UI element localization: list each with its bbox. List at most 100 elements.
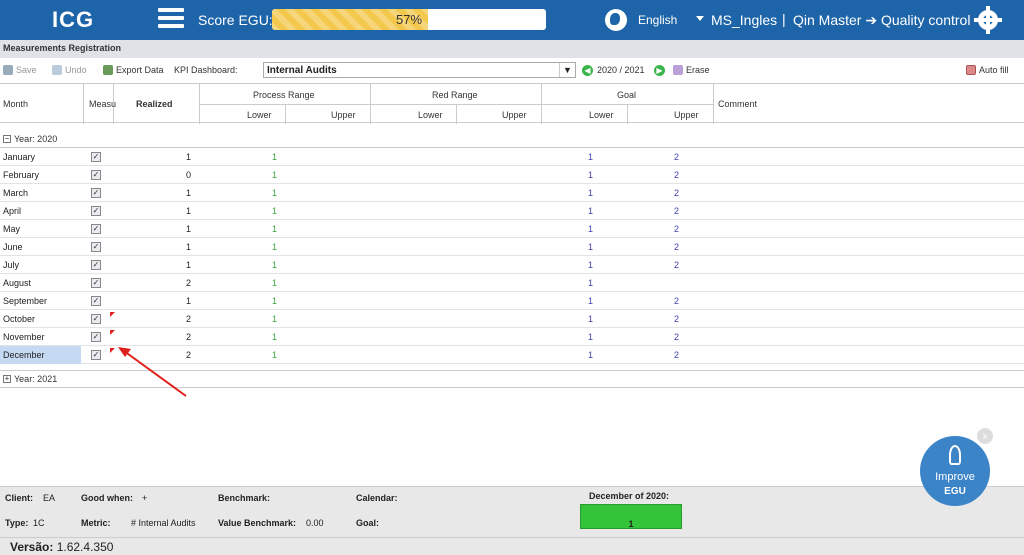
cell-realized[interactable]: 2: [186, 350, 191, 360]
cell-goal-upper[interactable]: 2: [674, 260, 679, 270]
cell-realized[interactable]: 0: [186, 170, 191, 180]
cell-goal-upper[interactable]: 2: [674, 314, 679, 324]
column-rr-upper[interactable]: Upper: [502, 110, 527, 120]
cell-goal-lower[interactable]: 1: [588, 242, 593, 252]
cell-goal-lower[interactable]: 1: [588, 278, 593, 288]
column-pr-lower[interactable]: Lower: [247, 110, 272, 120]
measured-checkbox[interactable]: ✓: [91, 314, 101, 324]
next-period-button[interactable]: ▶: [654, 65, 665, 76]
measured-checkbox[interactable]: ✓: [91, 350, 101, 360]
measured-checkbox[interactable]: ✓: [91, 206, 101, 216]
table-row[interactable]: April ✓ 1 1 1 2: [0, 202, 1024, 220]
cell-pr-lower[interactable]: 1: [272, 260, 277, 270]
table-row[interactable]: February ✓ 0 1 1 2: [0, 166, 1024, 184]
measured-checkbox[interactable]: ✓: [91, 242, 101, 252]
measured-checkbox[interactable]: ✓: [91, 260, 101, 270]
column-rr-lower[interactable]: Lower: [418, 110, 443, 120]
cell-goal-upper[interactable]: 2: [674, 242, 679, 252]
cell-goal-upper[interactable]: 2: [674, 224, 679, 234]
table-row[interactable]: October ✓ 2 1 1 2: [0, 310, 1024, 328]
table-row[interactable]: June ✓ 1 1 1 2: [0, 238, 1024, 256]
cell-realized[interactable]: 2: [186, 332, 191, 342]
cell-goal-upper[interactable]: 2: [674, 296, 679, 306]
cell-goal-lower[interactable]: 1: [588, 188, 593, 198]
chevron-down-icon[interactable]: [696, 16, 704, 21]
table-row[interactable]: July ✓ 1 1 1 2: [0, 256, 1024, 274]
cell-goal-lower[interactable]: 1: [588, 170, 593, 180]
column-goal-upper[interactable]: Upper: [674, 110, 699, 120]
cell-month[interactable]: January: [3, 152, 35, 162]
cell-pr-lower[interactable]: 1: [272, 314, 277, 324]
cell-realized[interactable]: 1: [186, 188, 191, 198]
language-selector[interactable]: English: [638, 13, 677, 27]
measured-checkbox[interactable]: ✓: [91, 188, 101, 198]
table-row[interactable]: December ✓ 2 1 1 2: [0, 346, 1024, 364]
auto-fill-button[interactable]: Auto fill: [966, 65, 1009, 75]
cell-realized[interactable]: 1: [186, 224, 191, 234]
measured-checkbox[interactable]: ✓: [91, 224, 101, 234]
prev-period-button[interactable]: ◀: [582, 65, 593, 76]
cell-pr-lower[interactable]: 1: [272, 206, 277, 216]
cell-goal-upper[interactable]: 2: [674, 350, 679, 360]
table-row[interactable]: May ✓ 1 1 1 2: [0, 220, 1024, 238]
cell-goal-upper[interactable]: 2: [674, 170, 679, 180]
cell-month[interactable]: June: [3, 242, 23, 252]
cell-month[interactable]: August: [3, 278, 31, 288]
gear-icon[interactable]: [974, 6, 1002, 34]
cell-month[interactable]: December: [3, 350, 45, 360]
cell-month[interactable]: September: [3, 296, 47, 306]
cell-goal-lower[interactable]: 1: [588, 206, 593, 216]
kpi-select[interactable]: Internal Audits ▼: [263, 62, 576, 78]
cell-goal-lower[interactable]: 1: [588, 332, 593, 342]
breadcrumb[interactable]: Qin Master ➔ Quality control: [793, 12, 970, 29]
expand-icon[interactable]: +: [3, 375, 11, 383]
cell-realized[interactable]: 1: [186, 206, 191, 216]
app-logo[interactable]: ICG: [52, 7, 94, 33]
cell-pr-lower[interactable]: 1: [272, 278, 277, 288]
measured-checkbox[interactable]: ✓: [91, 170, 101, 180]
table-row[interactable]: August ✓ 2 1 1: [0, 274, 1024, 292]
save-button[interactable]: Save: [3, 65, 37, 75]
group-year-2020[interactable]: − Year: 2020: [0, 130, 1024, 148]
cell-goal-lower[interactable]: 1: [588, 296, 593, 306]
cell-realized[interactable]: 1: [186, 260, 191, 270]
cell-goal-lower[interactable]: 1: [588, 350, 593, 360]
cell-pr-lower[interactable]: 1: [272, 188, 277, 198]
column-comment[interactable]: Comment: [718, 99, 757, 109]
globe-icon[interactable]: [605, 9, 627, 31]
column-goal-lower[interactable]: Lower: [589, 110, 614, 120]
column-measured[interactable]: Measu: [89, 99, 116, 109]
cell-realized[interactable]: 1: [186, 242, 191, 252]
cell-realized[interactable]: 1: [186, 296, 191, 306]
cell-goal-upper[interactable]: 2: [674, 188, 679, 198]
undo-button[interactable]: Undo: [52, 65, 87, 75]
column-month[interactable]: Month: [3, 99, 28, 109]
menu-icon[interactable]: [158, 8, 184, 30]
close-icon[interactable]: x: [977, 428, 993, 444]
group-year-2021[interactable]: + Year: 2021: [0, 370, 1024, 388]
cell-goal-lower[interactable]: 1: [588, 260, 593, 270]
cell-pr-lower[interactable]: 1: [272, 296, 277, 306]
measured-checkbox[interactable]: ✓: [91, 296, 101, 306]
table-row[interactable]: September ✓ 1 1 1 2: [0, 292, 1024, 310]
cell-pr-lower[interactable]: 1: [272, 170, 277, 180]
cell-month[interactable]: May: [3, 224, 20, 234]
cell-goal-lower[interactable]: 1: [588, 152, 593, 162]
cell-pr-lower[interactable]: 1: [272, 152, 277, 162]
measured-checkbox[interactable]: ✓: [91, 332, 101, 342]
cell-goal-lower[interactable]: 1: [588, 314, 593, 324]
cell-month[interactable]: July: [3, 260, 19, 270]
cell-goal-upper[interactable]: 2: [674, 152, 679, 162]
user-name[interactable]: MS_Ingles: [711, 12, 777, 28]
cell-goal-upper[interactable]: 2: [674, 332, 679, 342]
table-row[interactable]: November ✓ 2 1 1 2: [0, 328, 1024, 346]
collapse-icon[interactable]: −: [3, 134, 11, 143]
table-row[interactable]: March ✓ 1 1 1 2: [0, 184, 1024, 202]
cell-pr-lower[interactable]: 1: [272, 224, 277, 234]
cell-month[interactable]: April: [3, 206, 21, 216]
cell-month[interactable]: November: [3, 332, 45, 342]
cell-realized[interactable]: 2: [186, 278, 191, 288]
column-pr-upper[interactable]: Upper: [331, 110, 356, 120]
cell-goal-upper[interactable]: 2: [674, 206, 679, 216]
chevron-down-icon[interactable]: ▼: [559, 63, 575, 77]
